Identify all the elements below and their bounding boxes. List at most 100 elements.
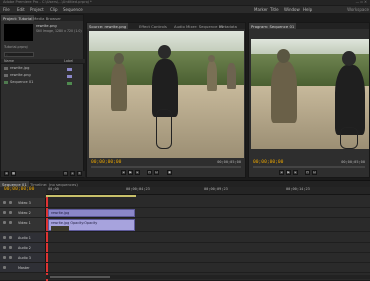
track-label: Master [18,266,30,270]
menu-marker[interactable]: Marker [254,7,268,12]
eye-icon[interactable] [3,211,6,214]
track-label: Video 3 [18,201,31,205]
lift-icon[interactable]: ⊓ [305,170,310,175]
soldier-figure [111,63,127,111]
step-back-icon[interactable]: ◂ [279,170,284,175]
track-video-1: Video 1 rewrite.jpg Opacity:Opacity [0,218,370,232]
track-video-2: Video 2 rewrite.jpg [0,208,370,218]
overwrite-icon[interactable]: ⊔ [154,170,159,175]
preview-thumbnail [4,24,33,41]
program-tabstrip: Program: Sequence 01 [249,23,369,29]
preview-info: Still Image, 1280 x 720 (1.0) [36,29,82,33]
icon-view-icon[interactable]: ▦ [11,171,16,176]
project-tabstrip: Project: Tutorial Media Browser [1,15,83,21]
track-label: Audio 2 [18,246,31,250]
timeline-timecode[interactable]: 00;00;00;00 [4,187,34,192]
work-area-bar[interactable] [46,195,136,197]
clip-selected[interactable]: rewrite.jpg Opacity:Opacity [48,219,135,231]
search-input[interactable]: ⌕ [4,52,34,57]
lock-icon[interactable] [9,211,12,214]
horizontal-scrollbar[interactable] [46,275,370,279]
tab-media-browser[interactable]: Media Browser [31,15,63,21]
window-title: Adobe Premiere Pro - C:\Users\...\Untitl… [3,0,92,4]
project-panel: Project: Tutorial Media Browser rewrite.… [0,14,85,178]
title-bar: Adobe Premiere Pro - C:\Users\...\Untitl… [0,0,370,5]
new-item-icon[interactable]: + [70,171,75,176]
clip-thumbnail [51,226,69,231]
play-icon[interactable]: ▶ [286,170,291,175]
menu-window[interactable]: Window [284,7,300,12]
list-item[interactable]: Sequence 01 [4,80,33,86]
eye-icon[interactable] [3,201,6,204]
eye-icon[interactable] [3,221,6,224]
clip[interactable]: rewrite.jpg [48,209,135,217]
list-view-icon[interactable]: ≡ [4,171,9,176]
export-frame-icon[interactable]: ◉ [167,170,172,175]
speaker-icon[interactable] [3,246,6,249]
bicycle-shape [340,127,358,149]
menu-title[interactable]: Title [270,7,279,12]
timeline-panel: Sequence 01 Timeline: (no sequences) 00;… [0,180,370,281]
scroll-thumb[interactable] [50,276,110,278]
label-swatch [67,68,72,71]
step-forward-icon[interactable]: ▸ [293,170,298,175]
sequence-icon [4,80,8,84]
program-scrubber[interactable] [253,166,365,168]
lock-icon[interactable] [9,236,12,239]
bicycle-shape [156,109,172,149]
project-toolbar: ≡ ▦ ▭ + ✕ [1,171,85,177]
menu-help[interactable]: Help [303,7,312,12]
source-scrubber[interactable] [91,166,241,168]
source-video-frame[interactable] [89,31,244,158]
list-item[interactable]: rewrite.jpg [4,66,29,72]
image-icon [4,66,8,70]
image-icon [4,73,8,77]
speaker-icon[interactable] [3,236,6,239]
column-header: Name Label [1,59,85,64]
lock-icon[interactable] [9,221,12,224]
source-timecode-in[interactable]: 00;00;00;00 [91,160,121,165]
program-timecode-out: 00;00;05;00 [341,160,365,164]
play-icon[interactable]: ▶ [128,170,133,175]
delete-icon[interactable]: ✕ [77,171,82,176]
soldier-figure [271,61,297,123]
step-forward-icon[interactable]: ▸ [135,170,140,175]
menu-sequence[interactable]: Sequence [63,7,83,12]
menu-project[interactable]: Project [30,7,44,12]
preview-name: rewrite.png [36,24,57,28]
tab-project[interactable]: Project: Tutorial [1,15,35,21]
lock-icon[interactable] [9,201,12,204]
speaker-icon[interactable] [3,266,6,269]
track-audio-2: Audio 2 [0,243,370,253]
tab-source[interactable]: Source: rewrite.png [87,23,129,29]
menu-file[interactable]: File [3,7,10,12]
step-back-icon[interactable]: ◂ [121,170,126,175]
time-ruler[interactable]: 00;00 00;00;04;23 00;00;09;23 00;00;14;2… [46,187,370,195]
extract-icon[interactable]: ⊔ [312,170,317,175]
program-video-frame[interactable] [251,39,369,149]
source-monitor: Source: rewrite.png Effect Controls Audi… [86,22,246,178]
track-master: Master [0,263,370,273]
menu-edit[interactable]: Edit [17,7,25,12]
menu-clip[interactable]: Clip [50,7,58,12]
tab-metadata[interactable]: Metadata [217,23,239,29]
insert-icon[interactable]: ⊓ [147,170,152,175]
project-name: Tutorial.prproj [4,45,28,49]
cyclist-figure [335,65,365,135]
speaker-icon[interactable] [3,256,6,259]
column-name[interactable]: Name [4,59,14,63]
tab-effect-controls[interactable]: Effect Controls [137,23,169,29]
column-label[interactable]: Label [64,59,73,63]
track-label: Audio 3 [18,256,31,260]
program-timecode-in[interactable]: 00;00;00;00 [253,160,283,165]
source-tabstrip: Source: rewrite.png Effect Controls Audi… [87,23,245,29]
track-label: Video 2 [18,211,31,215]
lock-icon[interactable] [9,256,12,259]
track-audio-3: Audio 3 [0,253,370,263]
new-bin-icon[interactable]: ▭ [63,171,68,176]
window-controls[interactable]: — ▫ ✕ [356,0,367,4]
list-item[interactable]: rewrite.png [4,73,31,79]
lock-icon[interactable] [9,246,12,249]
tab-program[interactable]: Program: Sequence 01 [249,23,297,29]
workspace-label[interactable]: Workspace [347,7,369,12]
